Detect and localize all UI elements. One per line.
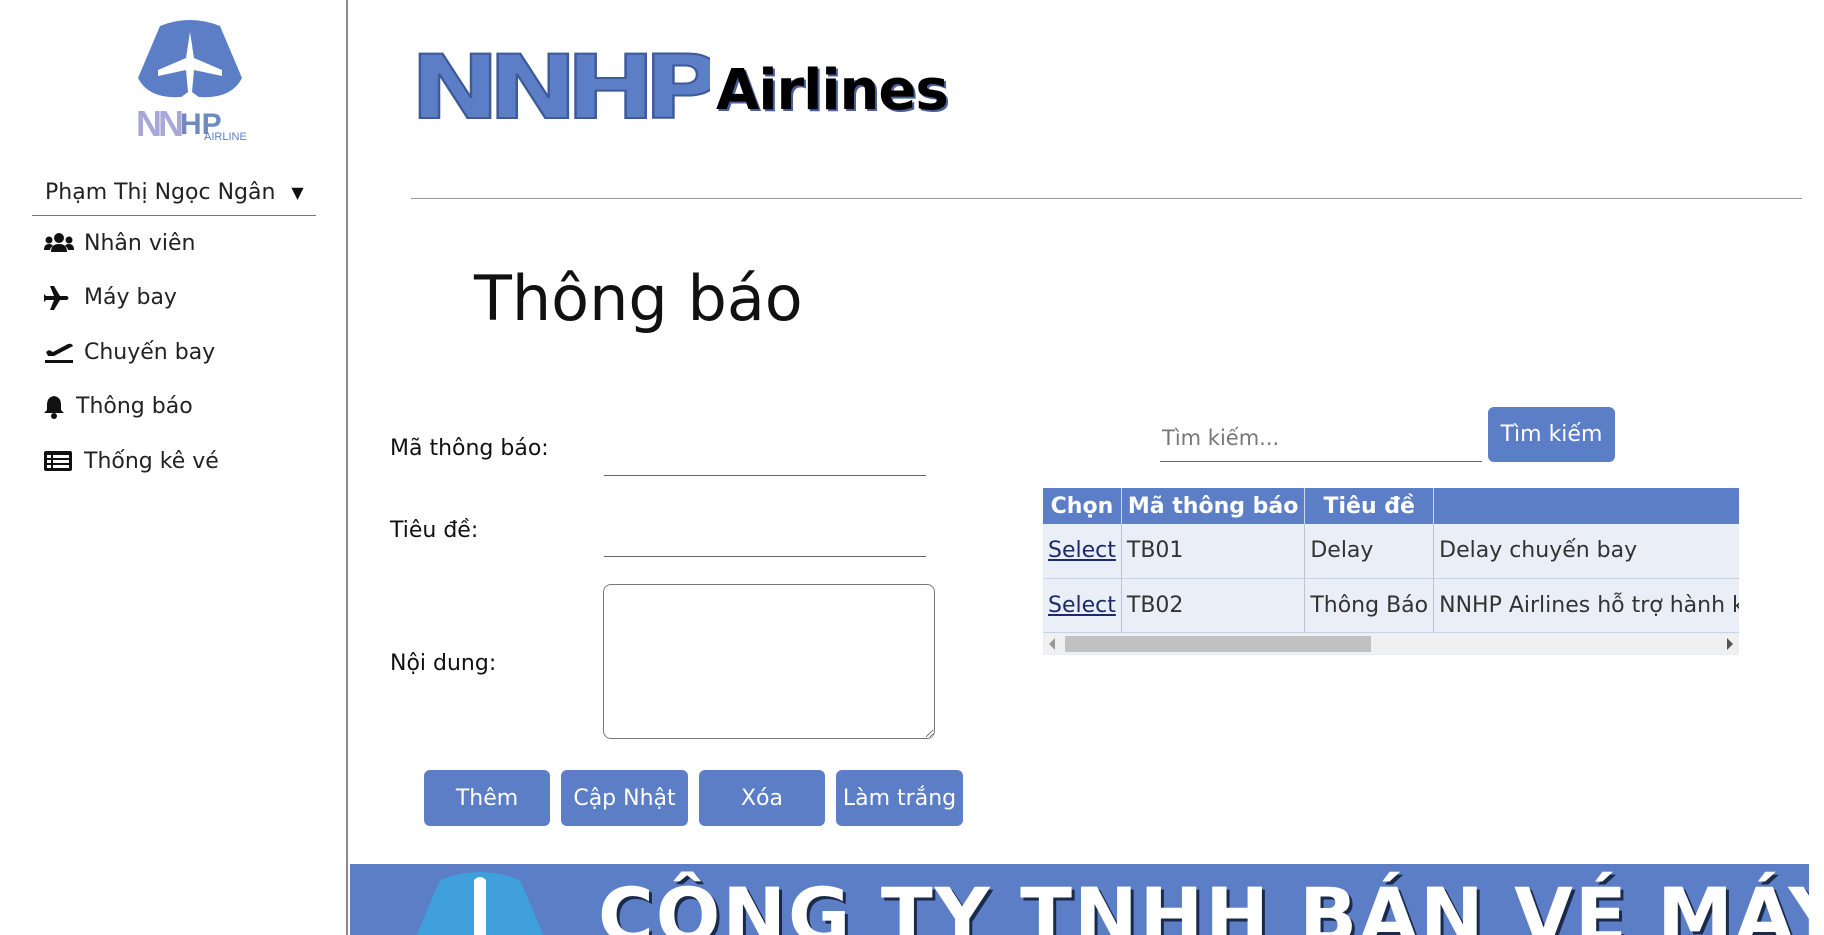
chevron-down-icon[interactable]: ▼ bbox=[291, 183, 303, 202]
table-cell: TB02 bbox=[1121, 578, 1306, 633]
sidebar-item-label: Nhân viên bbox=[84, 230, 196, 256]
users-icon bbox=[44, 231, 74, 255]
select-link[interactable]: Select bbox=[1048, 538, 1116, 563]
sidebar-item-label: Chuyến bay bbox=[84, 339, 216, 365]
table-cell: Delay chuyến bay bbox=[1433, 524, 1739, 579]
delete-button[interactable]: Xóa bbox=[699, 770, 825, 826]
search-input[interactable] bbox=[1160, 414, 1482, 462]
sidebar-nav: Nhân viên Máy bay Chuyến bay Thông báo T… bbox=[44, 216, 219, 489]
sidebar-item-label: Thống kê vé bbox=[84, 448, 219, 474]
brand-text: Airlines bbox=[716, 58, 949, 123]
sidebar-item-may-bay[interactable]: Máy bay bbox=[44, 271, 219, 326]
footer-banner: CÔNG TY TNHH BÁN VÉ MÁY BAY bbox=[350, 864, 1809, 935]
user-menu[interactable]: Phạm Thị Ngọc Ngân ▼ bbox=[32, 170, 316, 216]
table-cell: Delay bbox=[1304, 524, 1435, 579]
table-row: Select TB02 Thông Báo NNHP Airlines hỗ t… bbox=[1043, 578, 1739, 633]
clear-button[interactable]: Làm trắng bbox=[836, 770, 963, 826]
column-header: Chọn bbox=[1043, 488, 1122, 524]
plane-departure-icon bbox=[44, 340, 74, 364]
noi-dung-label: Nội dung: bbox=[390, 651, 497, 676]
sidebar: NN HP AIRLINE Phạm Thị Ngọc Ngân ▼ Nhân … bbox=[0, 0, 348, 935]
search-button[interactable]: Tìm kiếm bbox=[1488, 407, 1615, 462]
update-button[interactable]: Cập Nhật bbox=[561, 770, 688, 826]
page-title: Thông báo bbox=[474, 262, 803, 335]
brand-logo: NNHP bbox=[410, 46, 710, 126]
table-cell: Thông Báo bbox=[1304, 578, 1435, 633]
column-header: Tiêu đề bbox=[1304, 488, 1435, 524]
plane-icon bbox=[44, 285, 74, 310]
table-cell: TB01 bbox=[1121, 524, 1306, 579]
ma-thong-bao-input[interactable] bbox=[604, 442, 926, 476]
column-header: Mã thông báo bbox=[1121, 488, 1306, 524]
notifications-table: Chọn Mã thông báo Tiêu đề Select TB01 De… bbox=[1043, 488, 1739, 655]
column-header bbox=[1433, 488, 1739, 524]
svg-text:NNHP: NNHP bbox=[410, 46, 710, 126]
scroll-left-icon[interactable] bbox=[1049, 638, 1055, 650]
tieu-de-label: Tiêu đề: bbox=[390, 518, 479, 543]
header-divider bbox=[411, 198, 1802, 199]
list-alt-icon bbox=[44, 449, 74, 473]
noi-dung-textarea[interactable] bbox=[603, 584, 935, 739]
table-header-row: Chọn Mã thông báo Tiêu đề bbox=[1043, 488, 1739, 524]
table-row: Select TB01 Delay Delay chuyến bay bbox=[1043, 524, 1739, 579]
sidebar-item-thong-bao[interactable]: Thông báo bbox=[44, 380, 219, 435]
sidebar-item-nhan-vien[interactable]: Nhân viên bbox=[44, 216, 219, 271]
banner-logo-icon bbox=[416, 872, 544, 935]
bell-icon bbox=[44, 395, 66, 419]
brand-header: NNHP Airlines bbox=[410, 42, 949, 126]
sidebar-item-label: Máy bay bbox=[84, 285, 177, 311]
horizontal-scrollbar[interactable] bbox=[1043, 634, 1739, 654]
sidebar-item-label: Thông báo bbox=[76, 394, 193, 420]
banner-text: CÔNG TY TNHH BÁN VÉ MÁY BAY bbox=[598, 871, 1809, 935]
scroll-right-icon[interactable] bbox=[1727, 638, 1733, 650]
sidebar-item-thong-ke-ve[interactable]: Thống kê vé bbox=[44, 434, 219, 489]
svg-text:NN: NN bbox=[136, 103, 182, 142]
select-link[interactable]: Select bbox=[1048, 593, 1116, 618]
user-name: Phạm Thị Ngọc Ngân bbox=[45, 180, 276, 205]
logo: NN HP AIRLINE bbox=[136, 20, 247, 142]
scrollbar-thumb[interactable] bbox=[1065, 636, 1371, 652]
ma-thong-bao-label: Mã thông báo: bbox=[390, 436, 549, 461]
logo-subtext: AIRLINE bbox=[204, 131, 247, 142]
sidebar-item-chuyen-bay[interactable]: Chuyến bay bbox=[44, 325, 219, 380]
tieu-de-input[interactable] bbox=[604, 523, 926, 557]
table-cell: NNHP Airlines hỗ trợ hành khách bbox=[1433, 578, 1739, 633]
add-button[interactable]: Thêm bbox=[424, 770, 550, 826]
